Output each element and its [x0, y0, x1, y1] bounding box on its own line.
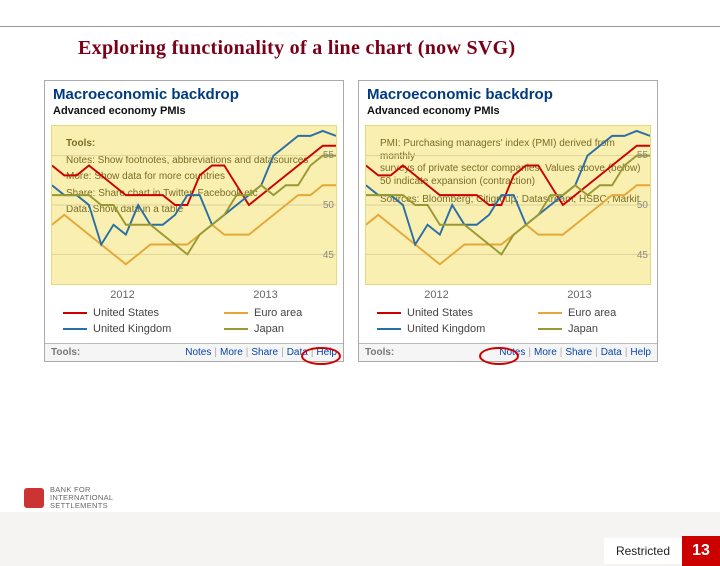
chart-subtitle: Advanced economy PMIs [53, 105, 335, 117]
legend: United States Euro area United Kingdom J… [45, 305, 343, 343]
swatch-icon [63, 312, 87, 314]
chart-area[interactable]: Tools: Notes: Show footnotes, abbreviati… [51, 125, 337, 285]
swatch-icon [224, 328, 248, 330]
tool-link-notes[interactable]: Notes [185, 347, 211, 358]
y-tick: 55 [323, 150, 334, 161]
chart-svg [52, 126, 336, 284]
tool-link-share[interactable]: Share [565, 347, 592, 358]
y-tick: 55 [637, 150, 648, 161]
x-tick: 2012 [424, 289, 448, 301]
chart-title: Macroeconomic backdrop [367, 86, 649, 103]
chart-title: Macroeconomic backdrop [53, 86, 335, 103]
swatch-icon [538, 328, 562, 330]
tool-link-notes[interactable]: Notes [499, 347, 525, 358]
tool-link-more[interactable]: More [534, 347, 557, 358]
y-tick: 50 [637, 200, 648, 211]
legend-item-jp: Japan [224, 323, 333, 335]
swatch-icon [377, 312, 401, 314]
legend-item-uk: United Kingdom [377, 323, 516, 335]
logo-icon [24, 488, 44, 508]
swatch-icon [63, 328, 87, 330]
x-axis: 2012 2013 [365, 289, 651, 301]
tool-link-help[interactable]: Help [630, 347, 651, 358]
chart-subtitle: Advanced economy PMIs [367, 105, 649, 117]
x-tick: 2013 [253, 289, 277, 301]
panel-header: Macroeconomic backdrop Advanced economy … [45, 81, 343, 119]
legend: United States Euro area United Kingdom J… [359, 305, 657, 343]
tools-label: Tools: [365, 347, 394, 358]
restricted-label: Restricted [604, 538, 682, 564]
tool-link-data[interactable]: Data [601, 347, 622, 358]
y-tick: 45 [637, 250, 648, 261]
legend-item-ea: Euro area [224, 307, 333, 319]
logo-text: BANK FOR INTERNATIONAL SETTLEMENTS [50, 486, 113, 510]
footer-bar: Restricted 13 [604, 536, 720, 566]
tools-label: Tools: [51, 347, 80, 358]
tool-link-data[interactable]: Data [287, 347, 308, 358]
swatch-icon [224, 312, 248, 314]
tool-link-share[interactable]: Share [251, 347, 278, 358]
chart-toolbar: Tools: Notes| More| Share| Data| Help [359, 343, 657, 361]
chart-svg [366, 126, 650, 284]
x-tick: 2012 [110, 289, 134, 301]
panel-header: Macroeconomic backdrop Advanced economy … [359, 81, 657, 119]
chart-area[interactable]: PMI: Purchasing managers' index (PMI) de… [365, 125, 651, 285]
swatch-icon [538, 312, 562, 314]
legend-item-uk: United Kingdom [63, 323, 202, 335]
legend-item-ea: Euro area [538, 307, 647, 319]
swatch-icon [377, 328, 401, 330]
legend-item-us: United States [377, 307, 516, 319]
y-tick: 45 [323, 250, 334, 261]
panel-right: Macroeconomic backdrop Advanced economy … [358, 80, 658, 362]
logo-bis: BANK FOR INTERNATIONAL SETTLEMENTS [24, 486, 113, 510]
legend-item-us: United States [63, 307, 202, 319]
tool-link-help[interactable]: Help [316, 347, 337, 358]
x-tick: 2013 [567, 289, 591, 301]
tool-link-more[interactable]: More [220, 347, 243, 358]
x-axis: 2012 2013 [51, 289, 337, 301]
legend-item-jp: Japan [538, 323, 647, 335]
page-number: 13 [682, 536, 720, 566]
y-tick: 50 [323, 200, 334, 211]
slide-title: Exploring functionality of a line chart … [78, 37, 720, 60]
panel-row: Macroeconomic backdrop Advanced economy … [0, 80, 720, 362]
panel-left: Macroeconomic backdrop Advanced economy … [44, 80, 344, 362]
chart-toolbar: Tools: Notes| More| Share| Data| Help [45, 343, 343, 361]
